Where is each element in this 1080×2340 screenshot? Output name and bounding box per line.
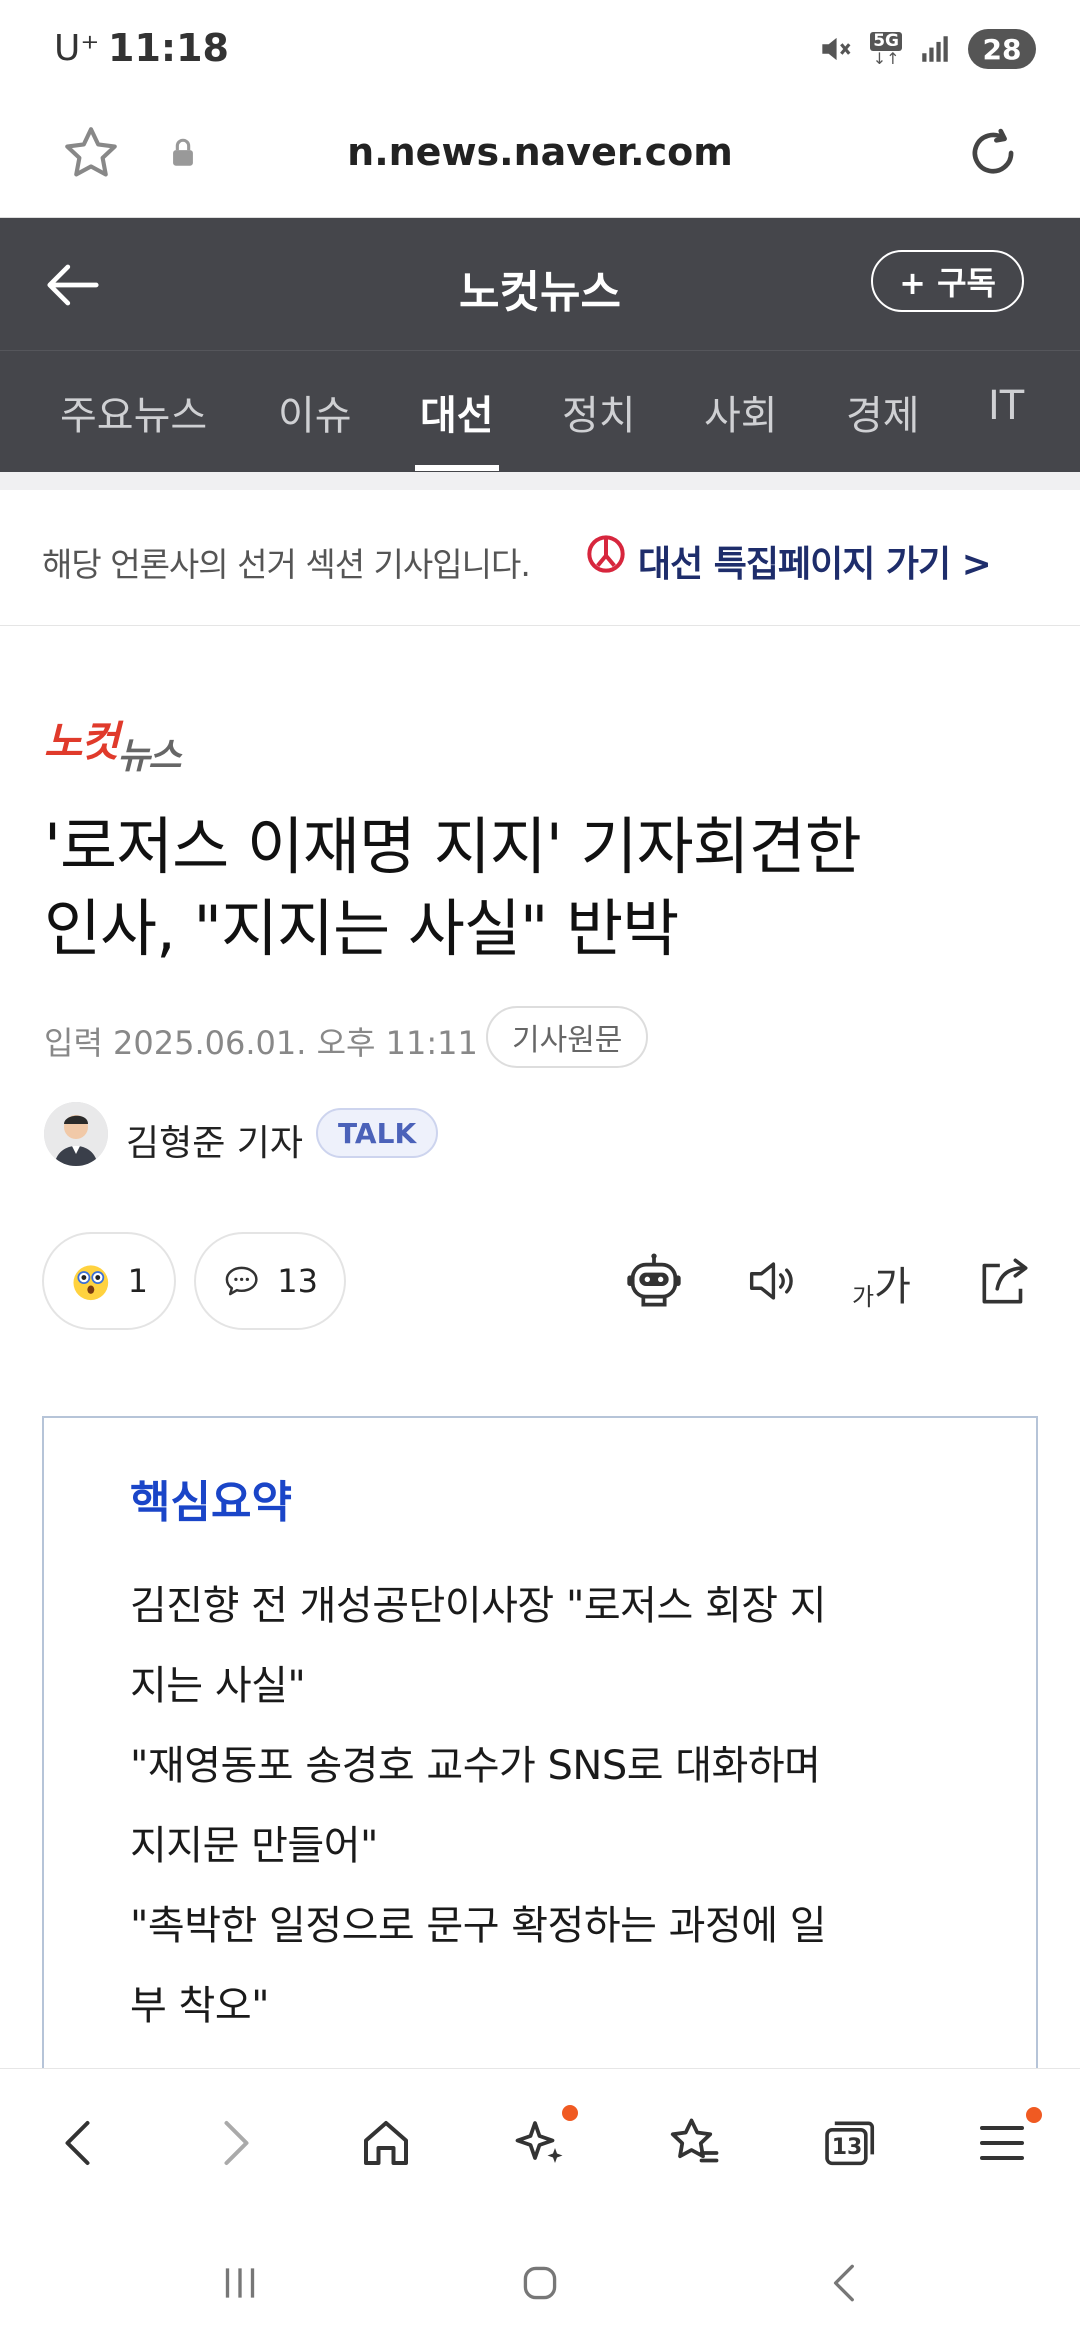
- summary-title: 핵심요약: [130, 1477, 292, 1528]
- sparkle-icon: [515, 2121, 563, 2163]
- press-logo-gray: 뉴스: [117, 736, 181, 777]
- ai-sparkle-button[interactable]: [510, 2105, 578, 2177]
- menu-button[interactable]: [972, 2107, 1042, 2173]
- tab-it[interactable]: IT: [988, 383, 1024, 429]
- system-nav-bar: [0, 2218, 1080, 2340]
- reload-icon[interactable]: [962, 122, 1024, 184]
- banner-text: 해당 언론사의 선거 섹션 기사입니다.: [42, 545, 531, 584]
- headline-line-2: 인사, "지지는 사실" 반박: [44, 892, 679, 965]
- network-5g-icon: 5G ↓↑: [870, 31, 902, 67]
- system-back-icon[interactable]: [818, 2258, 874, 2308]
- article-date: 입력 2025.06.01. 오후 11:11: [44, 1024, 478, 1062]
- active-tab-indicator: [415, 465, 499, 471]
- notification-dot: [562, 2105, 578, 2121]
- press-logo[interactable]: 노컷뉴스: [44, 708, 182, 777]
- summary-line: 김진향 전 개성공단이사장 "로저스 회장 지: [130, 1583, 827, 1629]
- home-icon[interactable]: [356, 2113, 416, 2173]
- comment-button[interactable]: 13: [194, 1232, 346, 1330]
- home-button-icon[interactable]: [512, 2258, 568, 2308]
- election-page-link[interactable]: 대선 특집페이지 가기 >: [638, 535, 992, 587]
- url-text[interactable]: n.news.naver.com: [0, 130, 1080, 174]
- comment-count: 13: [277, 1262, 318, 1300]
- reaction-button[interactable]: 1: [42, 1232, 176, 1330]
- election-banner[interactable]: 해당 언론사의 선거 섹션 기사입니다. 대선 특집페이지 가기 >: [0, 490, 1080, 626]
- speaker-icon[interactable]: [742, 1250, 800, 1312]
- section-tabs: 주요뉴스 이슈 대선 정치 사회 경제 IT: [0, 350, 1080, 472]
- press-header: 노컷뉴스 + 구독: [0, 218, 1080, 350]
- original-article-button[interactable]: 기사원문: [486, 1006, 649, 1068]
- author-name[interactable]: 김형준 기자: [126, 1114, 303, 1166]
- article-headline: '로저스 이재명 지지' 기자회견한 인사, "지지는 사실" 반박: [44, 806, 1044, 970]
- url-bar: n.news.naver.com: [0, 100, 1080, 218]
- headline-line-1: '로저스 이재명 지지' 기자회견한: [44, 810, 862, 883]
- mute-icon: [822, 37, 851, 61]
- recent-apps-icon[interactable]: [212, 2258, 268, 2308]
- bookmarks-icon[interactable]: [664, 2113, 724, 2173]
- network-label: 5G: [870, 31, 902, 51]
- tab-main-news[interactable]: 주요뉴스: [60, 383, 207, 441]
- summary-line: 부 착오": [130, 1983, 270, 2029]
- vote-stamp-icon: [587, 535, 625, 573]
- tab-count: 13: [831, 2135, 863, 2160]
- clock: 11:18: [108, 26, 229, 70]
- tab-society[interactable]: 사회: [704, 383, 778, 441]
- subscribe-button[interactable]: + 구독: [871, 250, 1024, 312]
- press-logo-red: 노컷: [44, 717, 119, 766]
- summary-line: "재영동포 송경호 교수가 SNS로 대화하며: [130, 1743, 821, 1789]
- author-photo: [44, 1102, 108, 1166]
- section-divider: [0, 472, 1080, 490]
- browser-back-icon[interactable]: [50, 2113, 110, 2173]
- font-size-button[interactable]: 가 가: [852, 1254, 911, 1312]
- status-icons: 5G ↓↑ 28: [816, 24, 1036, 74]
- talk-button[interactable]: TALK: [316, 1108, 439, 1158]
- robot-summary-icon[interactable]: [622, 1250, 686, 1314]
- battery-indicator: 28: [968, 29, 1036, 69]
- browser-forward-icon[interactable]: [204, 2113, 264, 2173]
- comment-bubble-icon: [225, 1266, 258, 1296]
- summary-line: "촉박한 일정으로 문구 확정하는 과정에 일: [130, 1903, 827, 1949]
- hamburger-menu-icon: [980, 2126, 1024, 2160]
- share-icon[interactable]: [974, 1250, 1036, 1312]
- tab-economy[interactable]: 경제: [846, 383, 920, 441]
- status-bar: U⁺ 11:18 5G ↓↑ 28: [0, 0, 1080, 100]
- tab-election[interactable]: 대선: [420, 383, 494, 441]
- reaction-count: 1: [127, 1262, 148, 1300]
- key-summary-box: 핵심요약 김진향 전 개성공단이사장 "로저스 회장 지 지는 사실" "재영동…: [42, 1416, 1038, 2136]
- notification-dot: [1026, 2107, 1042, 2123]
- font-size-small-icon: 가: [852, 1283, 875, 1311]
- font-size-large-icon: 가: [874, 1264, 911, 1310]
- summary-body: 김진향 전 개성공단이사장 "로저스 회장 지 지는 사실" "재영동포 송경호…: [130, 1566, 970, 2046]
- summary-line: 지지문 만들어": [130, 1823, 378, 1869]
- avatar[interactable]: [44, 1102, 108, 1166]
- tabs-button[interactable]: 13: [818, 2113, 880, 2175]
- tab-politics[interactable]: 정치: [562, 383, 636, 441]
- browser-bottom-nav: 13: [0, 2068, 1080, 2218]
- tab-issue[interactable]: 이슈: [278, 383, 352, 441]
- summary-line: 지는 사실": [130, 1663, 306, 1709]
- carrier-label: U⁺: [54, 28, 100, 69]
- surprised-emoji-icon: [73, 1265, 109, 1301]
- signal-icon: [922, 36, 948, 62]
